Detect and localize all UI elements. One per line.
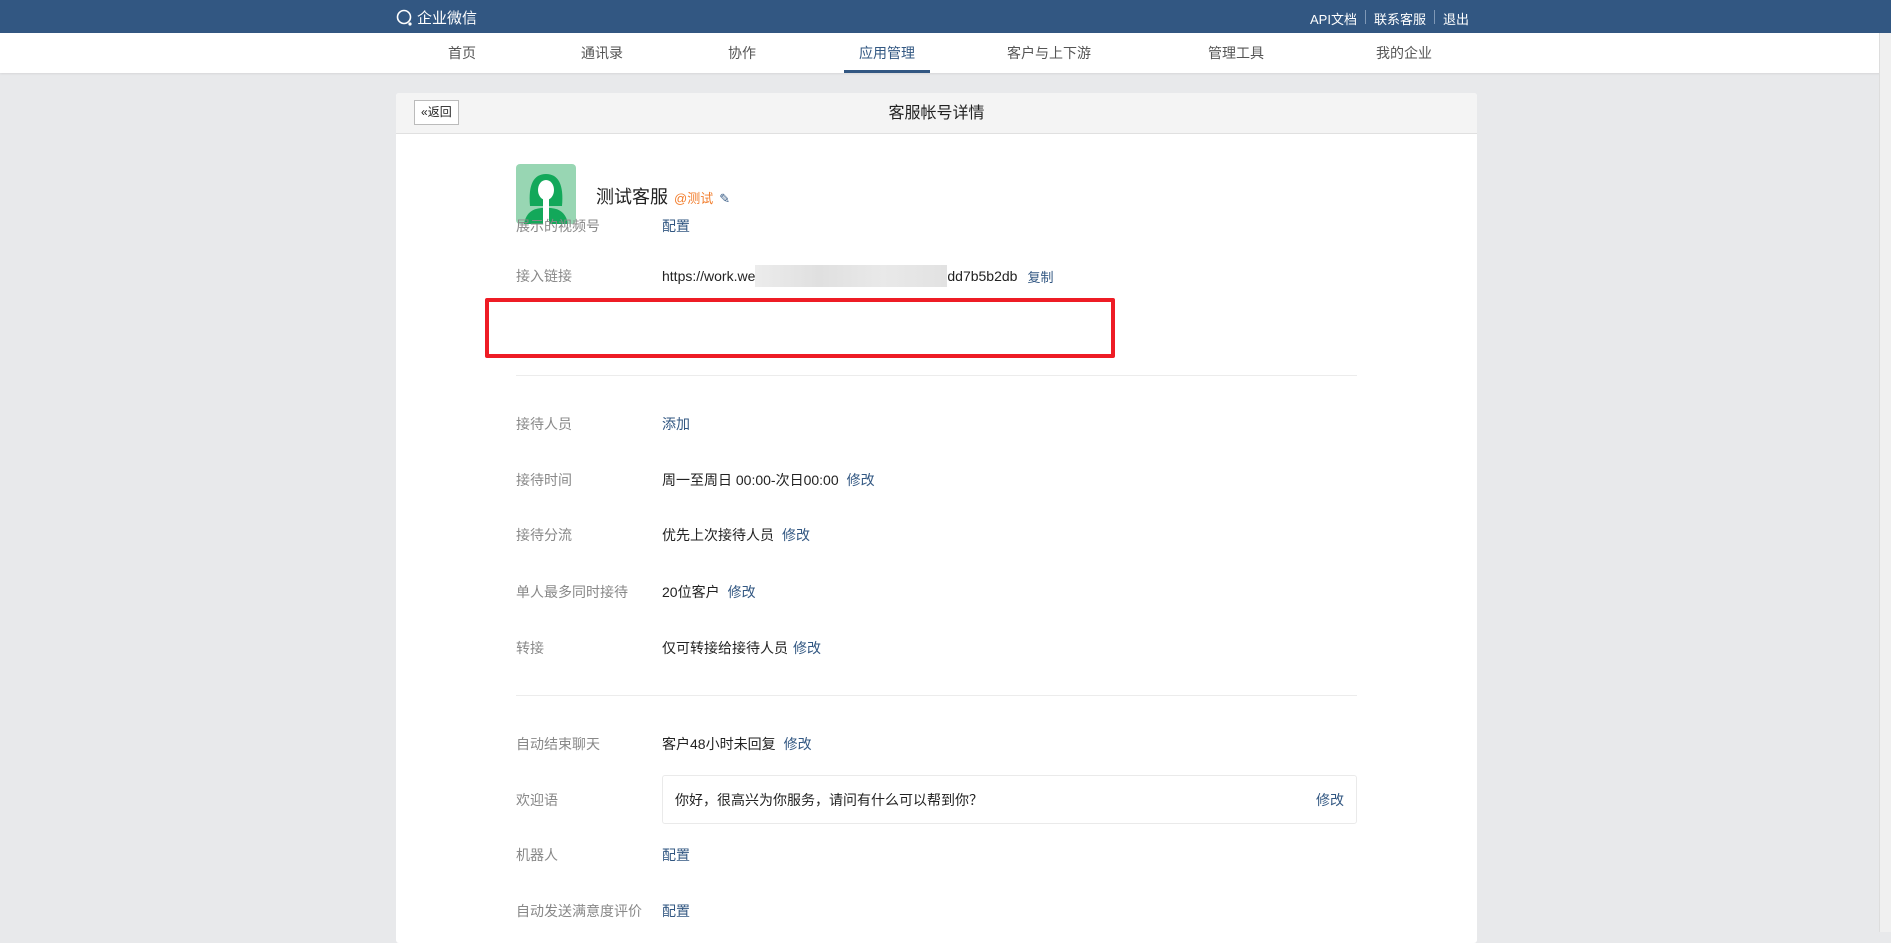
row-label: 单人最多同时接待 — [516, 584, 628, 600]
main-nav: 首页 通讯录 协作 应用管理 客户与上下游 管理工具 我的企业 — [0, 33, 1891, 73]
contact-support-link[interactable]: 联系客服 — [1366, 9, 1434, 28]
edit-max-link[interactable]: 修改 — [728, 582, 756, 602]
logo[interactable]: 企业微信 — [396, 7, 477, 28]
row-robot: 机器人 配置 — [516, 845, 690, 865]
row-value: 20位客户 — [662, 584, 720, 600]
nav-customers[interactable]: 客户与上下游 — [1007, 33, 1091, 73]
link-prefix: https://work.we — [662, 268, 756, 284]
account-name-block: 测试客服 @测试 ✎ — [596, 183, 730, 209]
detail-card: «返回 客服帐号详情 测试客服 @测试 ✎ 展示的视频号 配置 接入链接 htt… — [396, 93, 1477, 943]
configure-rating-link[interactable]: 配置 — [662, 901, 690, 921]
edit-pencil-icon[interactable]: ✎ — [719, 191, 730, 207]
top-bar: 企业微信 API文档 联系客服 退出 — [0, 0, 1891, 33]
divider — [516, 375, 1357, 376]
nav-collaboration[interactable]: 协作 — [728, 33, 756, 73]
edit-distribution-link[interactable]: 修改 — [782, 525, 810, 545]
row-value: 优先上次接待人员 — [662, 527, 774, 543]
api-docs-link[interactable]: API文档 — [1302, 9, 1365, 28]
row-label: 接待人员 — [516, 416, 572, 432]
configure-video-link[interactable]: 配置 — [662, 216, 690, 236]
page-title: 客服帐号详情 — [888, 105, 985, 122]
configure-robot-link[interactable]: 配置 — [662, 845, 690, 865]
person-icon — [524, 174, 568, 224]
divider — [516, 695, 1357, 696]
link-suffix: dd7b5b2db — [947, 268, 1018, 284]
nav-my-company[interactable]: 我的企业 — [1376, 33, 1432, 73]
row-transfer: 转接 仅可转接给接待人员 修改 — [516, 638, 821, 658]
logout-link[interactable]: 退出 — [1435, 9, 1477, 28]
row-label: 展示的视频号 — [516, 218, 600, 234]
row-value: 周一至周日 00:00-次日00:00 — [662, 472, 839, 488]
edit-auto-end-link[interactable]: 修改 — [784, 734, 812, 754]
row-label: 机器人 — [516, 847, 558, 863]
row-label: 接待分流 — [516, 527, 572, 543]
welcome-message-box: 你好，很高兴为你服务，请问有什么可以帮到你？ 修改 — [662, 775, 1357, 824]
active-tab-indicator — [844, 70, 930, 73]
redacted-region — [755, 265, 948, 287]
row-staff: 接待人员 添加 — [516, 414, 690, 434]
add-staff-link[interactable]: 添加 — [662, 414, 690, 434]
row-value: 仅可转接给接待人员 — [662, 640, 788, 656]
account-name: 测试客服 — [596, 187, 668, 207]
row-video-channel: 展示的视频号 配置 — [516, 216, 690, 236]
welcome-message: 你好，很高兴为你服务，请问有什么可以帮到你？ — [675, 791, 983, 808]
row-distribution: 接待分流 优先上次接待人员 修改 — [516, 525, 810, 545]
logo-text: 企业微信 — [417, 10, 478, 27]
edit-transfer-link[interactable]: 修改 — [793, 638, 821, 658]
nav-contacts[interactable]: 通讯录 — [581, 33, 623, 73]
nav-admin-tools[interactable]: 管理工具 — [1208, 33, 1264, 73]
nav-app-management[interactable]: 应用管理 — [859, 33, 915, 73]
highlight-box — [485, 298, 1115, 358]
row-label: 自动发送满意度评价 — [516, 903, 642, 919]
row-max-concurrent: 单人最多同时接待 20位客户 修改 — [516, 582, 756, 602]
scrollbar[interactable] — [1879, 33, 1891, 932]
account-tag: @测试 — [674, 191, 714, 206]
copy-link-button[interactable]: 复制 — [1027, 267, 1053, 286]
chat-bubble-icon — [396, 9, 412, 26]
row-value: 客户48小时未回复 — [662, 736, 776, 752]
row-label: 接待时间 — [516, 472, 572, 488]
row-satisfaction: 自动发送满意度评价 配置 — [516, 901, 690, 921]
row-access-link: 接入链接 https://work.we dd7b5b2db 复制 — [516, 265, 1053, 287]
edit-welcome-link[interactable]: 修改 — [1316, 790, 1344, 810]
row-label: 接入链接 — [516, 268, 572, 284]
edit-time-link[interactable]: 修改 — [847, 470, 875, 490]
row-welcome: 欢迎语 — [516, 790, 662, 810]
row-auto-end: 自动结束聊天 客户48小时未回复 修改 — [516, 734, 812, 754]
row-label: 转接 — [516, 640, 544, 656]
row-label: 自动结束聊天 — [516, 736, 600, 752]
nav-home[interactable]: 首页 — [448, 33, 476, 73]
row-reception-time: 接待时间 周一至周日 00:00-次日00:00 修改 — [516, 470, 875, 490]
avatar — [516, 164, 576, 224]
row-label: 欢迎语 — [516, 792, 558, 808]
